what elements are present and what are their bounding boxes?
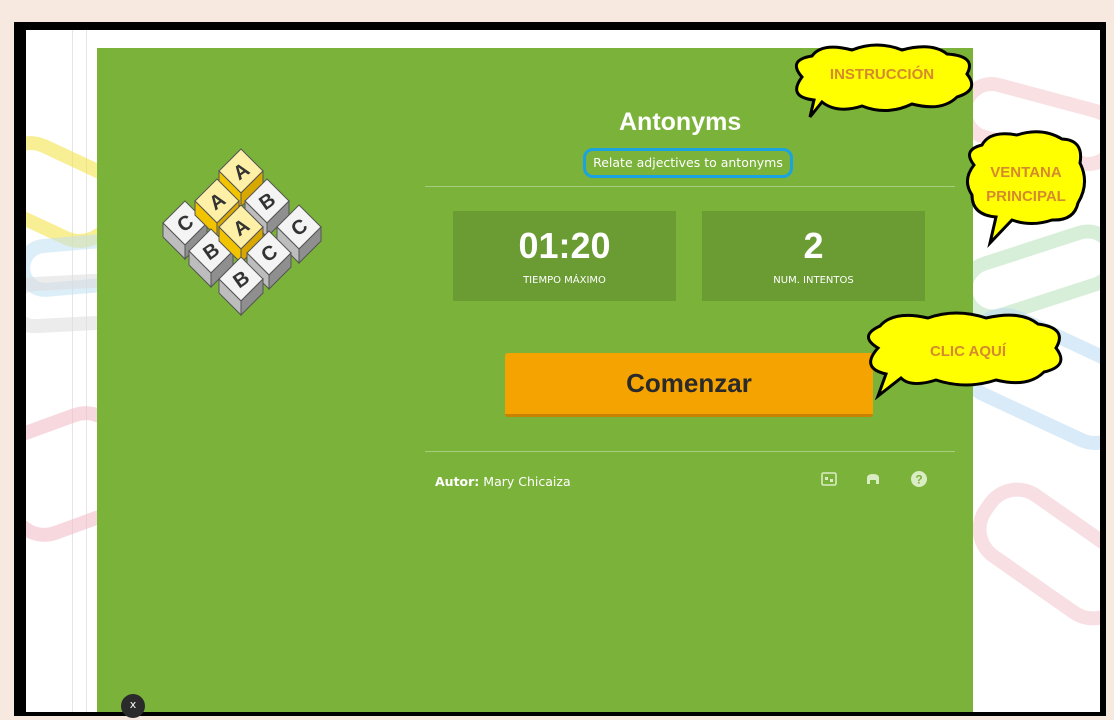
ventana-callout: VENTANA PRINCIPAL bbox=[966, 130, 1086, 248]
fullscreen-icon[interactable] bbox=[820, 470, 838, 488]
author-prefix: Autor: bbox=[435, 474, 480, 489]
max-time-label: TIEMPO MÁXIMO bbox=[523, 275, 606, 286]
clic-aqui-callout: CLIC AQUÍ bbox=[867, 311, 1063, 400]
print-icon[interactable] bbox=[864, 470, 882, 488]
instruccion-callout: INSTRUCCIÓN bbox=[794, 43, 974, 118]
max-time-value: 01:20 bbox=[518, 225, 611, 266]
svg-text:?: ? bbox=[915, 473, 922, 487]
max-time-box: 01:20 TIEMPO MÁXIMO bbox=[453, 211, 676, 301]
letter-cubes-logo: CAA BCBACB bbox=[162, 148, 322, 317]
attempts-value: 2 bbox=[803, 225, 824, 266]
divider bbox=[425, 451, 955, 452]
start-button[interactable]: Comenzar bbox=[505, 353, 873, 417]
author-name: Mary Chicaiza bbox=[483, 474, 571, 489]
attempts-box: 2 NUM. INTENTOS bbox=[702, 211, 925, 301]
activity-panel: CAABCBACB Antonyms Relate adjectives to … bbox=[97, 48, 973, 712]
clic-aqui-callout-text: CLIC AQUÍ bbox=[930, 343, 1007, 360]
attempts-label: NUM. INTENTOS bbox=[773, 275, 854, 286]
instruccion-callout-text: INSTRUCCIÓN bbox=[830, 65, 934, 83]
close-button[interactable]: x bbox=[121, 694, 145, 718]
divider bbox=[425, 186, 955, 187]
paper-clip-decoration bbox=[956, 466, 1100, 642]
help-icon[interactable]: ? bbox=[910, 470, 928, 488]
author-line: Autor: Mary Chicaiza bbox=[435, 474, 571, 489]
background-strip bbox=[72, 30, 73, 712]
ventana-callout-line1: VENTANA bbox=[990, 164, 1062, 181]
ventana-callout-line2: PRINCIPAL bbox=[986, 188, 1066, 205]
background-strip bbox=[86, 30, 87, 712]
activity-instruction: Relate adjectives to antonyms bbox=[583, 148, 793, 178]
activity-title: Antonyms bbox=[619, 108, 742, 136]
